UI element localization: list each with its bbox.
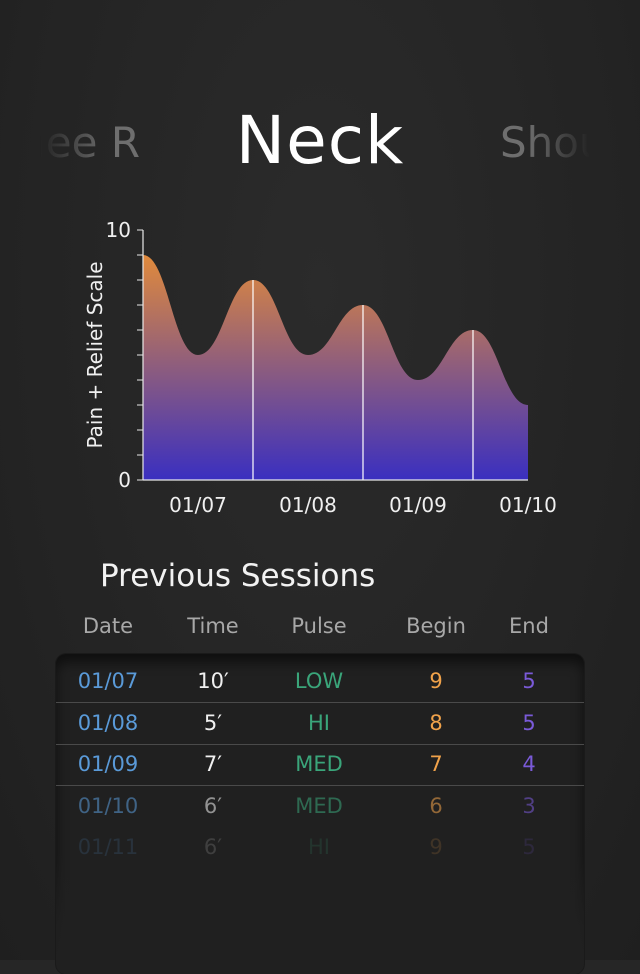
chart-x-tick-label: 01/09 — [389, 493, 447, 517]
chart-x-tick-label: 01/10 — [499, 493, 557, 517]
session-row[interactable]: 01/09 7′ MED 7 4 — [56, 744, 584, 786]
session-row[interactable]: 01/11 6′ HI 9 5 — [56, 827, 584, 869]
chart-x-tick-label: 01/08 — [279, 493, 337, 517]
pain-relief-chart: 0 10 01/07 01/08 01/09 01/10 Pain + Relief Sca… — [83, 218, 557, 517]
session-row[interactable]: 01/10 6′ MED 6 3 — [56, 786, 584, 828]
session-row[interactable]: 01/08 5′ HI 8 5 — [56, 703, 584, 745]
session-date: 01/07 — [77, 669, 139, 693]
column-header-date: Date — [82, 614, 134, 638]
session-row[interactable]: 01/07 10′ LOW 9 5 — [56, 661, 584, 703]
session-end: 5 — [522, 835, 536, 859]
session-time: 7′ — [203, 752, 223, 776]
column-header-pulse: Pulse — [291, 614, 347, 638]
column-header-time: Time — [187, 614, 239, 638]
session-date: 01/08 — [77, 710, 139, 735]
chart-x-tick-label: 01/07 — [169, 493, 227, 517]
session-pulse: HI — [308, 710, 330, 735]
session-time: 5′ — [203, 710, 223, 735]
session-date: 01/11 — [77, 835, 139, 859]
session-pulse: LOW — [294, 669, 344, 693]
session-pulse: MED — [295, 752, 343, 776]
session-pulse: MED — [295, 793, 343, 818]
session-end: 3 — [522, 793, 536, 818]
sessions-title: Previous Sessions — [100, 558, 376, 594]
region-next-label: Shoulder — [500, 118, 590, 167]
session-time: 6′ — [203, 793, 223, 818]
chart-area-series — [143, 255, 528, 480]
chart-y-axis-label: Pain + Relief Scale — [83, 261, 107, 448]
session-time: 6′ — [203, 835, 223, 859]
session-end: 5 — [522, 710, 536, 735]
session-date: 01/10 — [77, 793, 139, 818]
column-header-end: End — [509, 614, 549, 638]
session-end: 4 — [522, 752, 536, 776]
chart-y-tick-label: 10 — [106, 218, 131, 242]
table-fade — [56, 854, 584, 974]
session-end: 5 — [522, 669, 536, 693]
sessions-table[interactable]: 01/07 10′ LOW 9 5 01/08 5′ HI 8 5 01/09 7′ MED 7 4 01/1… — [56, 654, 584, 974]
region-next[interactable]: Shoulder — [500, 118, 590, 178]
session-pulse: HI — [308, 835, 330, 859]
session-date: 01/09 — [77, 752, 139, 776]
chart-y-tick-label: 0 — [118, 468, 131, 492]
session-time: 10′ — [197, 669, 229, 693]
